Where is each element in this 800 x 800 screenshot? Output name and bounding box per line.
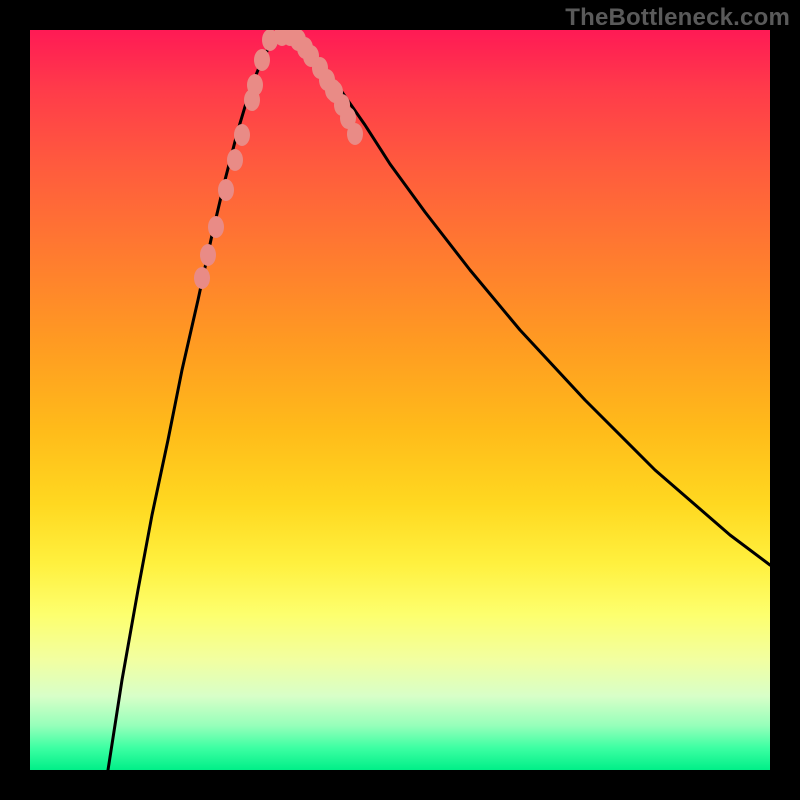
bead-marker bbox=[247, 74, 263, 96]
bead-marker bbox=[227, 149, 243, 171]
curve-left-branch bbox=[108, 35, 275, 770]
bead-marker bbox=[208, 216, 224, 238]
bead-marker bbox=[200, 244, 216, 266]
bead-marker bbox=[194, 267, 210, 289]
bead-marker bbox=[254, 49, 270, 71]
curve-layer bbox=[108, 35, 770, 770]
bead-marker bbox=[218, 179, 234, 201]
bead-marker bbox=[234, 124, 250, 146]
bead-marker bbox=[347, 123, 363, 145]
outer-black-frame: TheBottleneck.com bbox=[0, 0, 800, 800]
watermark-text: TheBottleneck.com bbox=[565, 4, 790, 32]
chart-svg bbox=[30, 30, 770, 770]
bead-layer bbox=[194, 30, 363, 289]
